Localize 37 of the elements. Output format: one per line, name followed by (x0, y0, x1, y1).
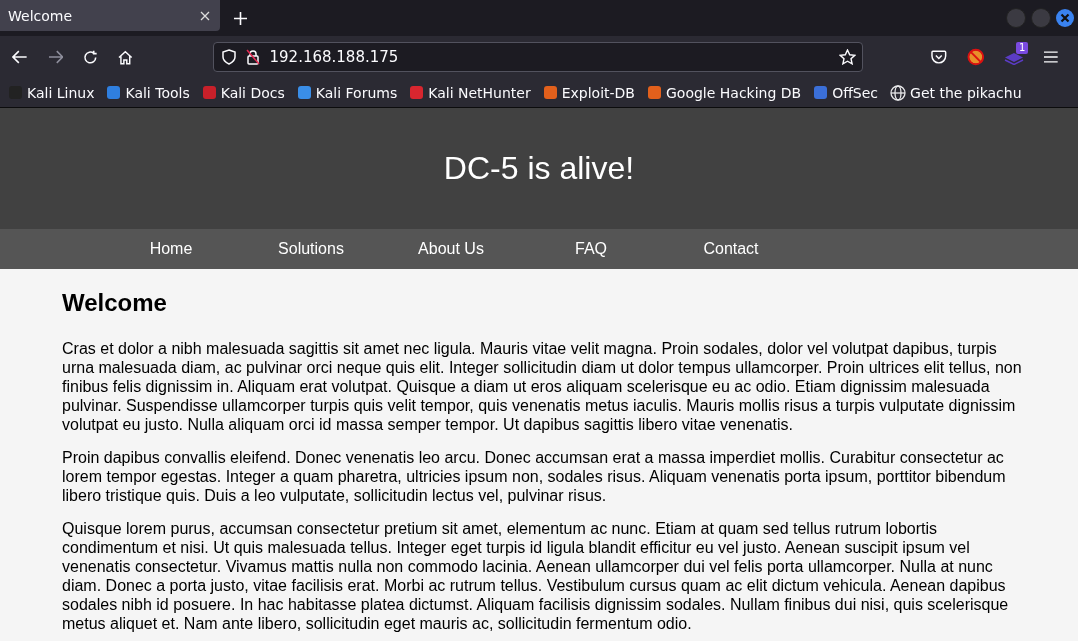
bookmark-item[interactable]: Kali NetHunter (409, 84, 531, 101)
bookmark-item[interactable]: Kali Linux (8, 84, 95, 101)
page-heading: Welcome (62, 289, 168, 317)
menu-icon[interactable] (1044, 51, 1058, 63)
bookmark-item[interactable]: Kali Tools (106, 84, 190, 101)
bookmark-item[interactable]: OffSec (813, 84, 879, 101)
bookmark-item[interactable]: Get the pikachu (890, 84, 1022, 101)
nav-link[interactable]: Contact (661, 229, 801, 269)
close-icon[interactable] (1056, 9, 1074, 27)
paragraph: Cras et dolor a nibh malesuada sagittis sit amet nec ligula. Mauris vitae velit magna. Proin sodales, dolor vel volutpat dapibus, turpis urna malesuada diam, ac pulvinar orci neque quis elit. Integer sollicitudin diam ut dolor tempus ullamcorper. Proin ultrices elit tellus, non finibus felis dignissim in. Aliquam erat volutpat. Quisque a diam ut eros aliquam scelerisque eu ac odio. Etiam dignissim malesuada pulvinar. Suspendisse ullamcorper turpis quis velit tempor, quis venenatis metus iaculis. Mauris mollis risus a turpis vulputate dignissim volutpat eu justo. Nulla aliquam orci id massa semper tempor. Ut dapibus sagittis libero vitae venenatis. (62, 339, 1023, 434)
close-icon[interactable] (200, 10, 210, 21)
forward-icon[interactable] (47, 50, 64, 64)
lock-icon[interactable] (245, 49, 260, 65)
bookmark-item[interactable]: Exploit-DB (542, 84, 635, 101)
notification-badge: 1 (1015, 42, 1029, 54)
tab-title: Welcome (8, 7, 74, 24)
bookmark-item[interactable]: Kali Forums (296, 84, 398, 101)
shield-icon[interactable] (221, 49, 236, 65)
reload-icon[interactable] (83, 49, 98, 65)
site-title: DC-5 is alive! (443, 150, 635, 187)
nav-link[interactable]: About Us (381, 229, 521, 269)
star-icon[interactable] (839, 49, 857, 65)
back-icon[interactable] (12, 50, 28, 64)
home-icon[interactable] (117, 49, 133, 65)
nav-link[interactable]: Home (101, 229, 241, 269)
bookmark-item[interactable]: Kali Docs (201, 84, 285, 101)
bookmark-item[interactable]: Google Hacking DB (647, 84, 802, 101)
nav-link[interactable]: Solutions (241, 229, 381, 269)
extension-icon[interactable] (966, 48, 985, 66)
browser-tab[interactable]: Welcome (0, 0, 220, 31)
pocket-icon[interactable] (931, 49, 947, 65)
paragraph: Proin dapibus convallis eleifend. Donec venenatis leo arcu. Donec accumsan erat a massa imperdiet mollis. Curabitur consectetur ac lorem tempor egestas. Integer a quam pharetra, ultricies ipsum non, sodales risus. Aliquam venenatis porta ipsum, porttitor bibendum libero tristique quis. Duis a leo vulputate, sollicitudin lectus vel, pulvinar risus. (62, 448, 1007, 505)
nav-link[interactable]: FAQ (521, 229, 661, 269)
paragraph: Quisque lorem purus, accumsan consectetur pretium sit amet, elementum ac nunc. Etiam at quam sed tellus rutrum lobortis condimentum et nisi. Ut quis malesuada tellus. Integer eget turpis id ligula blandit efficitur eu vel justo. Aenean suscipit ipsum vel venenatis consectetur. Vivamus mattis nulla non commodo lacinia. Aenean ullamcorper dui vel felis porta ullamcorper. Nulla at nunc diam. Donec a porta justo, vitae facilisis erat. Morbi ac rutrum tellus. Vestibulum cursus quam ac elit dictum vehicula. Aenean dapibus sodales nibh id posuere. In hac habitasse platea dictumst. Aliquam facilisis dignissim sodales. Nullam finibus dui nisi, quis scelerisque metus aliquet et. Nam ante libero, sollicitudin eget mauris ac, sollicitudin fermentum odio. (62, 519, 1010, 633)
new-tab-icon[interactable] (234, 11, 247, 25)
address-bar[interactable]: 192.168.188.175 (212, 42, 864, 72)
url-text: 192.168.188.175 (269, 48, 399, 66)
